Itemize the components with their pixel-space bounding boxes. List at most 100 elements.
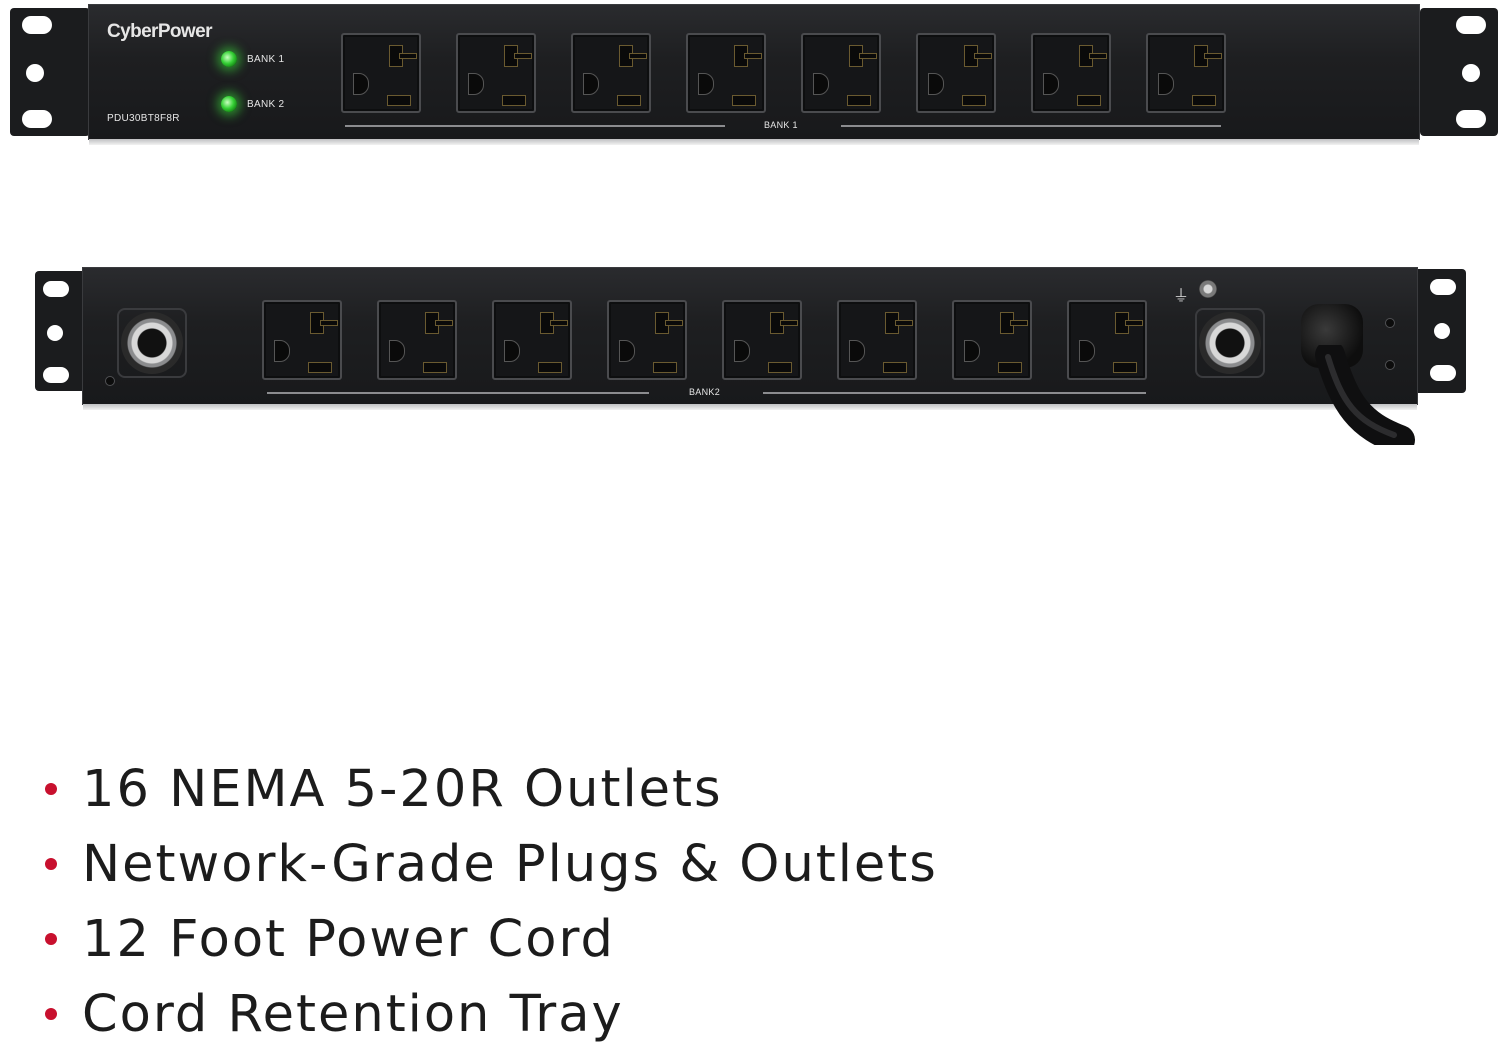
outlet-slot bbox=[583, 73, 599, 95]
bank-divider-right bbox=[841, 125, 1221, 127]
power-cord-tail bbox=[1315, 345, 1415, 445]
outlet-slot bbox=[274, 340, 290, 362]
bullet-icon bbox=[45, 858, 57, 870]
mounting-hole bbox=[1434, 323, 1450, 339]
outlet-slot bbox=[423, 362, 447, 373]
outlet-slot bbox=[308, 362, 332, 373]
nema-5-20r-outlet[interactable] bbox=[377, 300, 457, 380]
pdu-front-view: CyberPower PDU30BT8F8R BANK 1 BANK 2 BAN… bbox=[0, 0, 1500, 150]
bullet-icon bbox=[45, 783, 57, 795]
screw bbox=[1385, 318, 1395, 328]
outlet-slot bbox=[734, 340, 750, 362]
outlet-slot bbox=[1204, 53, 1222, 59]
outlet-slot bbox=[538, 362, 562, 373]
circuit-breaker-left[interactable] bbox=[117, 308, 187, 378]
front-chassis: CyberPower PDU30BT8F8R BANK 1 BANK 2 BAN… bbox=[88, 4, 1420, 145]
outlet-slot bbox=[514, 53, 532, 59]
rear-chassis: BANK2 ⏚ bbox=[82, 267, 1418, 410]
outlet-slot bbox=[928, 73, 944, 95]
mounting-hole bbox=[1430, 365, 1456, 381]
outlet-slot bbox=[387, 95, 411, 106]
outlet-slot bbox=[617, 95, 641, 106]
nema-5-20r-outlet[interactable] bbox=[801, 33, 881, 113]
nema-5-20r-outlet[interactable] bbox=[456, 33, 536, 113]
outlet-slot bbox=[964, 340, 980, 362]
outlet-slot bbox=[550, 320, 568, 326]
outlet-slot bbox=[653, 362, 677, 373]
outlet-slot bbox=[1158, 73, 1174, 95]
outlet-slot bbox=[435, 320, 453, 326]
outlet-slot bbox=[1089, 53, 1107, 59]
brand-logo: CyberPower bbox=[107, 21, 212, 42]
mounting-hole bbox=[43, 281, 69, 297]
ground-symbol-icon: ⏚ bbox=[1173, 288, 1190, 305]
outlet-slot bbox=[399, 53, 417, 59]
front-bank-label: BANK 1 bbox=[764, 120, 798, 130]
bullet-icon bbox=[45, 933, 57, 945]
outlet-slot bbox=[1125, 320, 1143, 326]
nema-5-20r-outlet[interactable] bbox=[1067, 300, 1147, 380]
outlet-slot bbox=[732, 95, 756, 106]
mounting-hole bbox=[22, 110, 52, 128]
outlet-slot bbox=[859, 53, 877, 59]
bank2-led-label: BANK 2 bbox=[247, 99, 285, 110]
feature-text: 12 Foot Power Cord bbox=[82, 910, 615, 969]
outlet-slot bbox=[504, 340, 520, 362]
mounting-hole bbox=[1430, 279, 1456, 295]
nema-5-20r-outlet[interactable] bbox=[262, 300, 342, 380]
outlet-slot bbox=[698, 73, 714, 95]
mounting-hole bbox=[1456, 110, 1486, 128]
outlet-slot bbox=[389, 340, 405, 362]
mounting-ear-right bbox=[1420, 8, 1498, 136]
outlet-slot bbox=[629, 53, 647, 59]
nema-5-20r-outlet[interactable] bbox=[1146, 33, 1226, 113]
mounting-hole bbox=[1462, 64, 1480, 82]
feature-text: Cord Retention Tray bbox=[82, 985, 624, 1044]
nema-5-20r-outlet[interactable] bbox=[686, 33, 766, 113]
outlet-slot bbox=[768, 362, 792, 373]
rear-bank-label: BANK2 bbox=[689, 387, 721, 397]
nema-5-20r-outlet[interactable] bbox=[607, 300, 687, 380]
mounting-hole bbox=[26, 64, 44, 82]
feature-text: Network-Grade Plugs & Outlets bbox=[82, 835, 938, 894]
bullet-icon bbox=[45, 1008, 57, 1020]
outlet-slot bbox=[1043, 73, 1059, 95]
mounting-hole bbox=[22, 16, 52, 34]
screw bbox=[105, 376, 115, 386]
outlet-slot bbox=[353, 73, 369, 95]
nema-5-20r-outlet[interactable] bbox=[722, 300, 802, 380]
nema-5-20r-outlet[interactable] bbox=[571, 33, 651, 113]
nema-5-20r-outlet[interactable] bbox=[1031, 33, 1111, 113]
outlet-slot bbox=[320, 320, 338, 326]
outlet-slot bbox=[1010, 320, 1028, 326]
outlet-slot bbox=[502, 95, 526, 106]
outlet-slot bbox=[813, 73, 829, 95]
nema-5-20r-outlet[interactable] bbox=[952, 300, 1032, 380]
outlet-slot bbox=[780, 320, 798, 326]
ground-screw bbox=[1199, 280, 1217, 298]
outlet-slot bbox=[665, 320, 683, 326]
outlet-slot bbox=[619, 340, 635, 362]
outlet-slot bbox=[895, 320, 913, 326]
outlet-slot bbox=[1079, 340, 1095, 362]
outlet-slot bbox=[962, 95, 986, 106]
outlet-slot bbox=[1113, 362, 1137, 373]
outlet-slot bbox=[849, 340, 865, 362]
outlet-slot bbox=[744, 53, 762, 59]
outlet-slot bbox=[468, 73, 484, 95]
pdu-rear-view: BANK2 ⏚ bbox=[0, 265, 1500, 445]
bank1-led-indicator bbox=[221, 51, 237, 67]
bank-divider-left bbox=[345, 125, 725, 127]
bank2-led-indicator bbox=[221, 96, 237, 112]
nema-5-20r-outlet[interactable] bbox=[916, 33, 996, 113]
outlet-slot bbox=[974, 53, 992, 59]
mounting-hole bbox=[47, 325, 63, 341]
outlet-slot bbox=[1192, 95, 1216, 106]
nema-5-20r-outlet[interactable] bbox=[492, 300, 572, 380]
feature-text: 16 NEMA 5-20R Outlets bbox=[82, 760, 723, 819]
mounting-hole bbox=[43, 367, 69, 383]
nema-5-20r-outlet[interactable] bbox=[837, 300, 917, 380]
circuit-breaker-right[interactable] bbox=[1195, 308, 1265, 378]
nema-5-20r-outlet[interactable] bbox=[341, 33, 421, 113]
bank-divider-right bbox=[763, 392, 1146, 394]
